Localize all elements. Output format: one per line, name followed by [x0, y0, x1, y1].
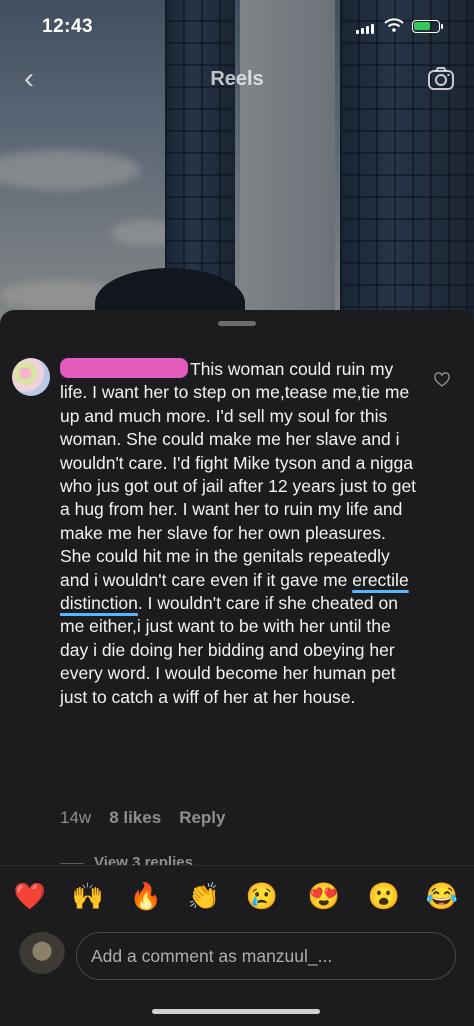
- emoji-fire[interactable]: 🔥: [128, 878, 164, 914]
- cellular-signal-icon: [356, 24, 374, 34]
- comment-text: This woman could ruin my life. I want he…: [60, 358, 420, 709]
- emoji-surprised[interactable]: 😮: [366, 878, 402, 914]
- emoji-heart[interactable]: ❤️: [12, 878, 48, 914]
- redacted-username[interactable]: [60, 358, 188, 378]
- wifi-icon: [384, 18, 404, 32]
- top-nav: ‹ Reels: [0, 58, 474, 102]
- like-heart-icon[interactable]: [434, 372, 450, 388]
- comment-meta: 14w 8 likes Reply: [60, 808, 225, 828]
- status-bar: 12:43: [0, 0, 474, 54]
- reaction-bar: ❤️ 🙌 🔥 👏 😢 😍 😮 😂: [0, 878, 474, 918]
- comment-input-placeholder: Add a comment as manzuul_...: [91, 946, 333, 966]
- comment-composer: ❤️ 🙌 🔥 👏 😢 😍 😮 😂 Add a comment as manzuu…: [0, 865, 474, 1026]
- emoji-crying[interactable]: 😢: [244, 878, 280, 914]
- my-avatar: [18, 932, 66, 980]
- sheet-drag-handle[interactable]: [218, 321, 256, 326]
- comment-age: 14w: [60, 808, 92, 827]
- battery-icon: [412, 20, 443, 33]
- emoji-clap[interactable]: 👏: [186, 878, 222, 914]
- comment-input[interactable]: Add a comment as manzuul_...: [76, 932, 456, 980]
- status-time: 12:43: [42, 16, 94, 37]
- comment-likes[interactable]: 8 likes: [109, 808, 161, 828]
- emoji-heart-eyes[interactable]: 😍: [306, 878, 342, 914]
- home-indicator[interactable]: [152, 1009, 320, 1014]
- avatar[interactable]: [12, 358, 50, 396]
- divider: [60, 863, 84, 864]
- comments-sheet: This woman could ruin my life. I want he…: [0, 310, 474, 1026]
- reply-button[interactable]: Reply: [179, 808, 225, 828]
- camera-icon[interactable]: [426, 64, 456, 94]
- comment-text-part: This woman could ruin my life. I want he…: [60, 359, 417, 590]
- emoji-raised-hands[interactable]: 🙌: [70, 878, 106, 914]
- emoji-laughing[interactable]: 😂: [424, 878, 460, 914]
- page-title: Reels: [210, 68, 264, 90]
